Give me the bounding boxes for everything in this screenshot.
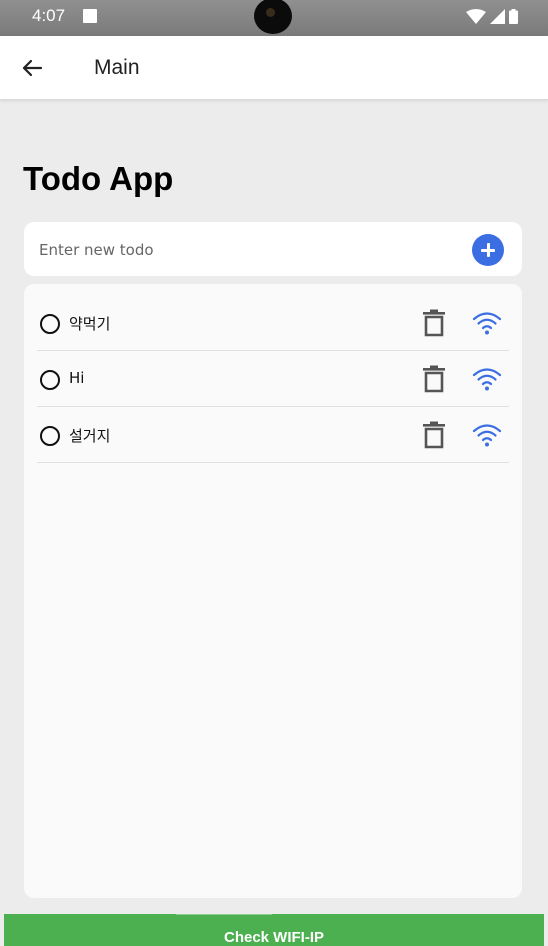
wifi-icon [472, 424, 502, 447]
todo-row: 설거지 [37, 407, 509, 463]
app-bar: Main [0, 36, 548, 100]
todo-text: 설거지 [69, 427, 111, 445]
todo-checkbox[interactable] [40, 426, 60, 446]
wifi-icon [466, 9, 486, 24]
check-wifi-ip-label: Check WIFI-IP [223, 929, 324, 946]
todo-list: 약먹기 Hi 설거지 [37, 295, 509, 463]
todo-checkbox[interactable] [40, 314, 60, 334]
delete-button[interactable] [421, 365, 447, 393]
camera-cutout [254, 0, 292, 34]
trash-icon [423, 309, 445, 337]
status-bar: 4:07 [0, 0, 548, 36]
back-button[interactable] [16, 52, 48, 84]
wifi-icon [472, 312, 502, 335]
status-icons [466, 9, 518, 24]
wifi-button[interactable] [471, 366, 503, 392]
wifi-button[interactable] [471, 422, 503, 448]
new-todo-card [24, 222, 522, 276]
delete-button[interactable] [421, 309, 447, 337]
todo-text: 약먹기 [69, 315, 111, 333]
arrow-left-icon [22, 59, 43, 77]
divider [176, 914, 272, 915]
todo-row: 약먹기 [37, 295, 509, 351]
todo-list-card: 약먹기 Hi 설거지 [24, 284, 522, 898]
add-todo-button[interactable] [472, 234, 504, 266]
status-time: 4:07 [32, 6, 66, 25]
wifi-button[interactable] [471, 310, 503, 336]
todo-checkbox[interactable] [40, 370, 60, 390]
trash-icon [423, 421, 445, 449]
wifi-icon [472, 368, 502, 391]
signal-icon [490, 9, 505, 24]
app-bar-title: Main [94, 56, 140, 79]
notification-box-icon [83, 9, 97, 23]
check-wifi-ip-button[interactable]: Check WIFI-IP [4, 914, 544, 946]
page-title: Todo App [23, 160, 174, 197]
todo-row: Hi [37, 351, 509, 407]
delete-button[interactable] [421, 421, 447, 449]
todo-text: Hi [69, 369, 85, 387]
new-todo-input[interactable] [37, 236, 461, 264]
battery-icon [509, 9, 518, 24]
trash-icon [423, 365, 445, 393]
